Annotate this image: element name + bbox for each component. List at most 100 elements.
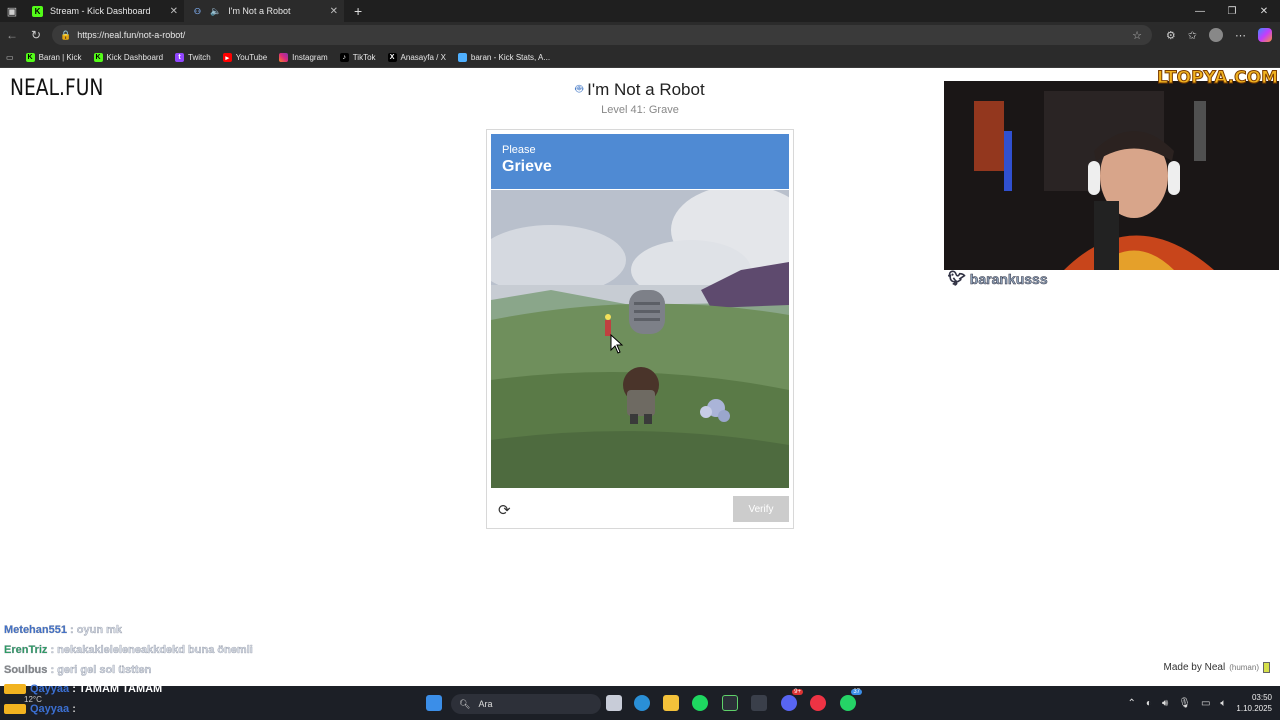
spotify-icon[interactable] (692, 695, 708, 711)
bookmark-x[interactable]: X Anasayfa / X (387, 53, 446, 62)
notification-badge: 37 (851, 689, 862, 695)
captcha-header: Please Grieve (491, 134, 789, 189)
window-controls: — ❐ ✕ (1184, 0, 1280, 22)
restore-icon[interactable]: ❐ (1216, 0, 1248, 22)
captcha-word: Grieve (502, 158, 552, 175)
captcha-box: Please Grieve ⟳ Verify (486, 129, 794, 529)
close-icon[interactable]: ✕ (170, 6, 178, 17)
clock[interactable]: 03:50 1.10.2025 (1236, 692, 1272, 714)
network-icon[interactable]: ▭ (1201, 698, 1210, 709)
speaker-icon[interactable]: 🔈︎ (1220, 698, 1226, 709)
app-tray-icon[interactable]: ◐ (1146, 698, 1152, 709)
bookmark-youtube[interactable]: ▸ YouTube (222, 53, 267, 62)
kick-icon: K (93, 53, 103, 62)
toolbar-icons: ⚙ ✩ ⋯ (1166, 22, 1272, 48)
tab-bar: ▣ K Stream - Kick Dashboard ✕ ⚇ 🔈 I'm No… (0, 0, 1280, 22)
chat-message: Soulbus : geri gel sol üstten (4, 664, 152, 676)
grave-scene-image (491, 190, 789, 488)
site-logo[interactable]: NEAL.FUN (10, 76, 103, 101)
new-tab-button[interactable]: + (354, 3, 362, 19)
reload-icon[interactable]: ⟳ (498, 501, 511, 519)
windows-start-icon[interactable] (426, 695, 442, 711)
instagram-icon (279, 53, 289, 62)
copilot-icon[interactable] (1258, 28, 1272, 42)
battery-icon (1263, 662, 1270, 673)
file-explorer-icon[interactable] (663, 695, 679, 711)
webcam-overlay (944, 81, 1279, 270)
twitch-icon: t (175, 53, 185, 62)
notification-badge: 9+ (792, 689, 803, 695)
reading-list-icon[interactable]: ▭ (6, 53, 14, 62)
tab-title: I'm Not a Robot (228, 6, 291, 16)
tiktok-icon: ♪ (339, 53, 349, 62)
captcha-footer: ⟳ Verify (491, 494, 789, 524)
badge-icon (4, 704, 26, 715)
chat-message: Metehan551 : oyun mk (4, 624, 122, 636)
captcha-scene[interactable] (491, 190, 789, 488)
bookmark-twitch[interactable]: t Twitch (175, 53, 211, 62)
robot-icon: 🤖︎ (575, 81, 584, 96)
extensions-icon[interactable]: ⚙ (1166, 29, 1176, 42)
avatar[interactable] (1209, 28, 1223, 42)
taskbar: Qayyaa : TAMAM TAMAM 12°C Qayyaa : 🔍︎ Ar… (0, 683, 1280, 720)
address-bar: ← ↻ 🔒 https://neal.fun/not-a-robot/ ☆ ⚙ … (0, 22, 1280, 48)
twitter-icon: 🐦︎ (948, 270, 966, 287)
page-title: 🤖︎ I'm Not a Robot (575, 80, 705, 99)
edge-icon[interactable] (634, 695, 650, 711)
level-label: Level 41: Grave (601, 104, 679, 116)
system-tray: ⌃ ◐ 🔊︎ 🎙︎ ▭ 🔈︎ 03:50 1.10.2025 (1128, 692, 1273, 714)
verify-button[interactable]: Verify (733, 496, 789, 522)
youtube-icon: ▸ (222, 53, 232, 62)
bookmark-instagram[interactable]: Instagram (279, 53, 328, 62)
twitter-handle: 🐦︎ barankusss (948, 270, 1048, 287)
made-by-credit[interactable]: Made by Neal (human) (1164, 662, 1270, 673)
discord-icon[interactable]: 9+ (781, 689, 803, 711)
app-icon[interactable] (751, 695, 767, 711)
tab-kick-dashboard[interactable]: K Stream - Kick Dashboard ✕ (24, 0, 184, 22)
kick-icon: K (25, 53, 35, 62)
chat-message: Qayyaa : (4, 703, 76, 715)
lock-icon: 🔒 (60, 29, 72, 40)
refresh-icon[interactable]: ↻ (24, 28, 48, 42)
kick-icon: K (32, 5, 43, 17)
close-icon[interactable]: ✕ (330, 6, 338, 17)
back-icon[interactable]: ← (0, 28, 24, 42)
tab-title: Stream - Kick Dashboard (50, 6, 151, 16)
microphone-icon[interactable]: 🎙︎ (1178, 698, 1191, 709)
bookmark-kick-stats[interactable]: baran - Kick Stats, A... (457, 53, 550, 62)
task-view-icon[interactable] (606, 695, 622, 711)
bookmark-tiktok[interactable]: ♪ TikTok (339, 53, 376, 62)
app-icon[interactable] (810, 695, 826, 711)
chat-message: Qayyaa : TAMAM TAMAM (4, 683, 162, 695)
chat-username: Soulbus (4, 664, 48, 676)
bookmark-baran-kick[interactable]: K Baran | Kick (25, 53, 82, 62)
robot-icon: ⚇ (193, 6, 202, 16)
whatsapp-icon[interactable]: 37 (840, 689, 862, 711)
search-icon: 🔍︎ (459, 698, 471, 709)
page-header: 🤖︎ I'm Not a Robot Level 41: Grave (540, 80, 740, 116)
url-field[interactable]: 🔒 https://neal.fun/not-a-robot/ ☆ (52, 25, 1152, 45)
favorites-icon[interactable]: ✩ (1188, 29, 1197, 42)
chat-message: ErenTriz : nekakakleleleneakkdekd buna ö… (4, 644, 253, 656)
star-icon[interactable]: ☆ (1132, 29, 1142, 42)
badge-icon (4, 684, 26, 695)
chat-username: Metehan551 (4, 624, 67, 636)
tab-not-a-robot[interactable]: ⚇ 🔈 I'm Not a Robot ✕ (184, 0, 344, 22)
minimize-icon[interactable]: — (1184, 0, 1216, 22)
tab-actions-icon[interactable]: ▣ (0, 0, 24, 22)
app-icon[interactable] (722, 695, 738, 711)
bookmarks-bar: ▭ K Baran | Kick K Kick Dashboard t Twitch … (0, 48, 1280, 68)
brand-watermark: LTOPYA.COM (1157, 68, 1279, 89)
chevron-up-icon[interactable]: ⌃ (1128, 698, 1136, 709)
stats-icon (457, 53, 467, 62)
page-content: NEAL.FUN 🤖︎ I'm Not a Robot Level 41: Gr… (0, 68, 1280, 686)
close-window-icon[interactable]: ✕ (1248, 0, 1280, 22)
url-text: https://neal.fun/not-a-robot/ (77, 30, 186, 40)
speaker-icon[interactable]: 🔈 (210, 6, 221, 17)
volume-icon[interactable]: 🔊︎ (1162, 698, 1168, 709)
more-icon[interactable]: ⋯ (1235, 29, 1246, 42)
chat-username: ErenTriz (4, 644, 48, 656)
webcam-image (944, 81, 1279, 270)
bookmark-kick-dashboard[interactable]: K Kick Dashboard (93, 53, 163, 62)
search-input[interactable]: 🔍︎ Ara (451, 694, 601, 714)
